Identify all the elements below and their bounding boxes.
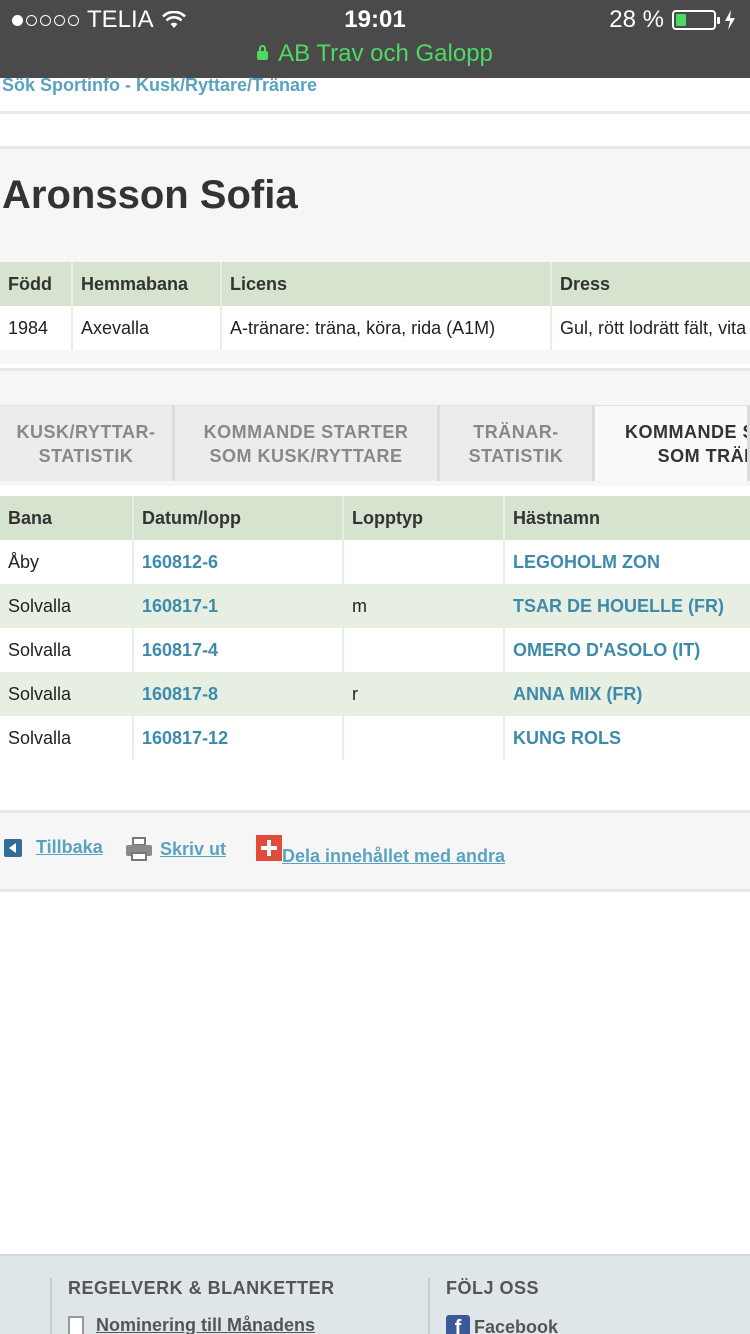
footer-link-facebook[interactable]: f Facebook (446, 1315, 748, 1334)
column-header: Född (0, 262, 73, 306)
race-link[interactable]: 160812-6 (142, 552, 218, 572)
battery-percent: 28 % (609, 6, 664, 33)
column-header: Licens (221, 262, 552, 306)
battery-icon (672, 10, 720, 30)
bana-cell: Solvalla (0, 584, 134, 628)
tab-tranar-statistik[interactable]: TRÄNAR- STATISTIK (440, 405, 595, 481)
bana-cell: Solvalla (0, 628, 134, 672)
race-link[interactable]: 160817-1 (142, 596, 218, 616)
race-link[interactable]: 160817-8 (142, 684, 218, 704)
lock-icon (257, 45, 269, 60)
table-row: Solvalla 160817-4 OMERO D'ASOLO (IT) (0, 628, 750, 672)
breadcrumb: Sök Sportinfo - Kusk/Ryttare/Tränare (0, 75, 750, 114)
info-cell: Axevalla (72, 306, 222, 350)
lopptyp-cell: r (343, 672, 505, 716)
page-title: Aronsson Sofia (2, 173, 298, 217)
tab-kommande-tranare[interactable]: KOMMANDE STARTERSOM TRÄNARE (595, 405, 750, 481)
charging-icon (725, 10, 735, 30)
horse-link[interactable]: TSAR DE HOUELLE (FR) (513, 596, 724, 616)
bana-cell: Åby (0, 540, 134, 584)
status-bar: TELIA 19:01 28 % AB Trav och Galopp (0, 0, 750, 78)
info-cell: A-tränare: träna, köra, rida (A1M) (221, 306, 552, 350)
table-row: Solvalla 160817-8 r ANNA MIX (FR) (0, 672, 750, 716)
bana-cell: Solvalla (0, 672, 134, 716)
horse-link[interactable]: KUNG ROLS (513, 728, 621, 748)
tab-kusk-statistik[interactable]: KUSK/RYTTAR- STATISTIK (0, 405, 175, 481)
facebook-icon: f (446, 1315, 470, 1334)
info-table: Född Hemmabana Licens Dress 1984 Axevall… (0, 262, 750, 350)
tab-kommande-kusk[interactable]: KOMMANDE STARTER SOM KUSK/RYTTARE (175, 405, 440, 481)
table-row: Solvalla 160817-12 KUNG ROLS (0, 716, 750, 760)
lopptyp-cell (343, 716, 505, 760)
horse-link[interactable]: OMERO D'ASOLO (IT) (513, 640, 700, 660)
footer-regelverk: REGELVERK & BLANKETTER Nominering till M… (50, 1278, 430, 1334)
footer: REGELVERK & BLANKETTER Nominering till M… (0, 1254, 750, 1334)
share-button[interactable]: Dela innehållet med andra (256, 835, 505, 869)
lopptyp-cell (343, 540, 505, 584)
races-table: Bana Datum/lopp Lopptyp Hästnamn Åby 160… (0, 496, 750, 760)
column-header: Datum/lopp (133, 496, 344, 540)
column-header: Lopptyp (343, 496, 505, 540)
footer-heading: REGELVERK & BLANKETTER (68, 1278, 335, 1298)
info-cell: 1984 (0, 306, 73, 350)
address-bar[interactable]: AB Trav och Galopp (0, 40, 750, 68)
document-icon (68, 1315, 84, 1334)
lopptyp-cell: m (343, 584, 505, 628)
battery-status: 28 % (609, 6, 736, 34)
print-button[interactable]: Skriv ut (126, 837, 226, 861)
tab-strip: KUSK/RYTTAR- STATISTIK KOMMANDE STARTER SO… (0, 368, 750, 486)
lopptyp-cell (343, 628, 505, 672)
horse-link[interactable]: ANNA MIX (FR) (513, 684, 642, 704)
race-link[interactable]: 160817-4 (142, 640, 218, 660)
table-row: Åby 160812-6 LEGOHOLM ZON (0, 540, 750, 584)
horse-link[interactable]: LEGOHOLM ZON (513, 552, 660, 572)
column-header: Bana (0, 496, 134, 540)
breadcrumb-link[interactable]: Sök Sportinfo - Kusk/Ryttare/Tränare (2, 75, 317, 96)
site-name: AB Trav och Galopp (278, 40, 493, 67)
back-arrow-icon (4, 838, 22, 857)
footer-social: FÖLJ OSS f Facebook (428, 1278, 748, 1334)
info-cell: Gul, rött lodrätt fält, vita (551, 306, 750, 350)
back-button[interactable]: Tillbaka (4, 837, 103, 858)
column-header: Dress (551, 262, 750, 306)
footer-link-nominering[interactable]: Nominering till Månadens (68, 1315, 430, 1334)
column-header: Hästnamn (504, 496, 750, 540)
column-header: Hemmabana (72, 262, 222, 306)
table-row: Solvalla 160817-1 m TSAR DE HOUELLE (FR) (0, 584, 750, 628)
race-link[interactable]: 160817-12 (142, 728, 228, 748)
printer-icon (126, 837, 152, 861)
bana-cell: Solvalla (0, 716, 134, 760)
action-bar: Tillbaka Skriv ut Dela innehållet med an… (0, 810, 750, 892)
plus-icon (256, 835, 282, 861)
footer-heading: FÖLJ OSS (446, 1278, 540, 1298)
